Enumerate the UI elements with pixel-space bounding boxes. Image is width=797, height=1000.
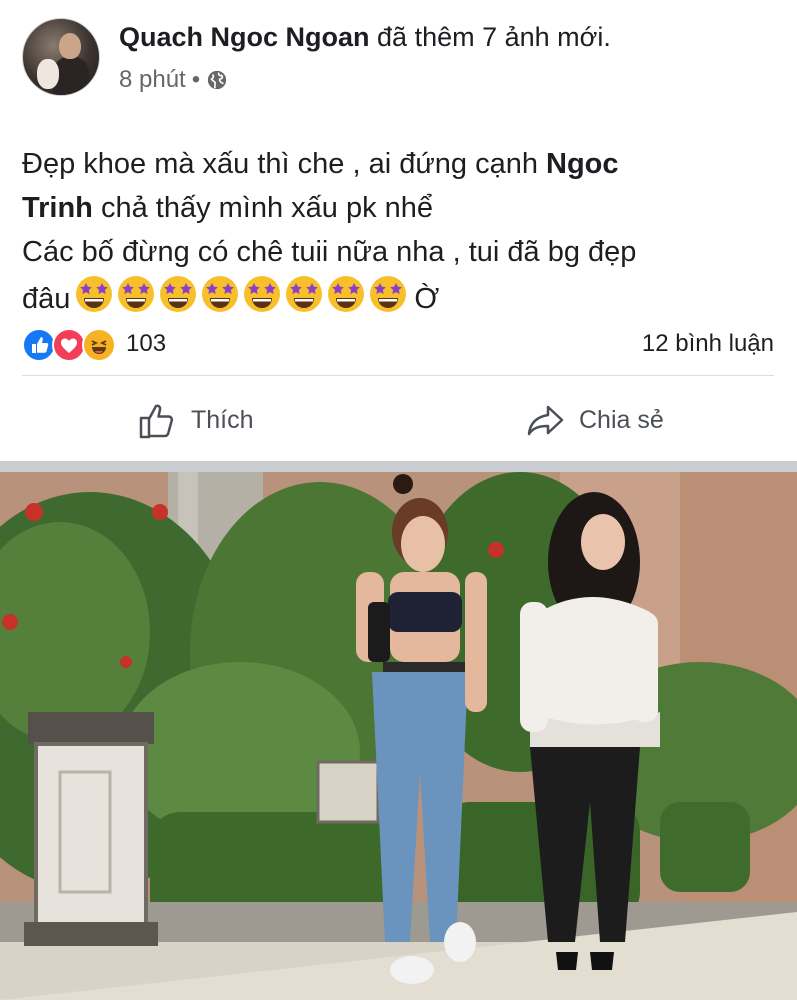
- reaction-count[interactable]: 103: [126, 330, 166, 358]
- post-text: Đẹp khoe mà xấu thì che , ai đứng cạnh N…: [22, 142, 782, 321]
- share-arrow-icon: [527, 405, 564, 436]
- post-text-segment: Đẹp khoe mà xấu thì che , ai đứng cạnh: [22, 148, 547, 180]
- star-struck-emoji: [116, 274, 156, 314]
- love-icon: [52, 328, 86, 362]
- post-time[interactable]: 8 phút: [119, 66, 186, 94]
- divider: [22, 375, 774, 376]
- post-meta: 8 phút •: [119, 66, 228, 94]
- star-struck-emoji: [200, 274, 240, 314]
- star-struck-emoji: [326, 274, 366, 314]
- post-photo[interactable]: [0, 472, 797, 1000]
- like-button[interactable]: Thích: [137, 392, 254, 448]
- meta-separator: •: [191, 66, 201, 93]
- author-name[interactable]: Quach Ngoc Ngoan: [119, 22, 370, 52]
- post-text-line-2: Trinh chả thấy mình xấu pk nhể: [22, 186, 782, 230]
- star-struck-emoji: [368, 274, 408, 314]
- reactions-bar[interactable]: 103 12 bình luận: [22, 326, 774, 362]
- post-text-segment: đâu: [22, 283, 71, 315]
- post-title-line: Quach Ngoc Ngoan đã thêm 7 ảnh mới.: [119, 22, 611, 53]
- post-text-line-3: Các bố đừng có chê tuii nữa nha , tui đã…: [22, 236, 637, 268]
- post-text-line-1: Đẹp khoe mà xấu thì che , ai đứng cạnh N…: [22, 142, 782, 186]
- avatar[interactable]: [22, 18, 100, 96]
- globe-icon[interactable]: [206, 69, 228, 91]
- star-struck-emoji: [242, 274, 282, 314]
- star-struck-emoji: [74, 274, 114, 314]
- tagged-name-part-1[interactable]: Ngoc: [546, 148, 619, 180]
- star-struck-emoji: [284, 274, 324, 314]
- section-separator: [0, 461, 797, 472]
- reaction-icons[interactable]: [22, 328, 116, 362]
- post-action-text: đã thêm 7 ảnh mới.: [377, 22, 611, 52]
- tagged-name-part-2[interactable]: Trinh: [22, 192, 93, 224]
- like-icon: [22, 328, 56, 362]
- thumbs-up-icon: [139, 404, 174, 439]
- share-label: Chia sẻ: [579, 405, 664, 434]
- post-text-segment: chả thấy mình xấu pk nhể: [92, 192, 434, 224]
- emoji-row: [74, 274, 408, 314]
- post-header: Quach Ngoc Ngoan đã thêm 7 ảnh mới. 8 ph…: [22, 14, 782, 104]
- haha-icon: [82, 328, 116, 362]
- star-struck-emoji: [158, 274, 198, 314]
- comment-count[interactable]: 12 bình luận: [642, 330, 774, 358]
- post-text-line-4: đâu Ờ: [22, 274, 782, 321]
- share-button[interactable]: Chia sẻ: [525, 392, 664, 448]
- action-bar: Thích Chia sẻ: [0, 392, 797, 448]
- post-text-segment: Ờ: [414, 283, 440, 315]
- like-label: Thích: [191, 405, 254, 434]
- photo-illustration: [0, 472, 797, 1000]
